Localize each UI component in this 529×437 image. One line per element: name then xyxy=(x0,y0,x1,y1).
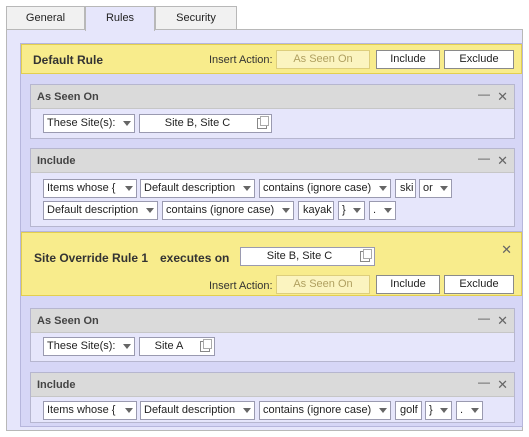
value-input[interactable]: kayak xyxy=(298,201,334,220)
sites-select[interactable]: These Site(s): xyxy=(43,337,135,356)
copy-icon[interactable] xyxy=(257,116,269,129)
chevron-down-icon xyxy=(146,208,154,213)
include-section: Include — ✕ Items whose { Default descri… xyxy=(30,148,515,227)
chevron-down-icon xyxy=(440,408,448,413)
select-value: contains (ignore case) xyxy=(263,182,372,194)
sites-value: Site B, Site C xyxy=(164,117,231,129)
insert-action-label: Insert Action: xyxy=(209,54,273,66)
minimize-icon[interactable]: — xyxy=(478,376,490,388)
select-value: } xyxy=(342,204,346,216)
value-input[interactable]: ski xyxy=(395,179,416,198)
value-input[interactable]: golf xyxy=(395,401,422,420)
close-icon[interactable]: ✕ xyxy=(497,154,508,168)
chevron-down-icon xyxy=(384,208,392,213)
as-seen-on-section: As Seen On — ✕ These Site(s): Site A xyxy=(30,308,515,362)
select-value: } xyxy=(429,404,433,416)
select-value: Default description xyxy=(144,404,236,416)
field-select[interactable]: Default description xyxy=(140,179,255,198)
chevron-down-icon xyxy=(282,208,290,213)
terminator-select[interactable]: . xyxy=(369,201,396,220)
chevron-down-icon xyxy=(440,186,448,191)
section-title: Include xyxy=(37,379,76,391)
select-value: Default description xyxy=(144,182,236,194)
select-value: Items whose { xyxy=(47,182,116,194)
copy-icon[interactable] xyxy=(200,339,212,352)
operator-select[interactable]: contains (ignore case) xyxy=(259,401,391,420)
conjunction-select[interactable]: or xyxy=(419,179,452,198)
chevron-down-icon xyxy=(123,344,131,349)
insert-as-seen-on-button: As Seen On xyxy=(276,275,370,294)
tab-rules[interactable]: Rules xyxy=(85,6,155,31)
insert-exclude-button[interactable]: Exclude xyxy=(444,50,514,69)
tab-general[interactable]: General xyxy=(6,6,85,30)
default-rule-title: Default Rule xyxy=(33,53,104,67)
condition-open-select[interactable]: Items whose { xyxy=(43,179,137,198)
select-value: Default description xyxy=(47,204,139,216)
close-icon[interactable]: ✕ xyxy=(501,243,512,257)
chevron-down-icon xyxy=(243,186,251,191)
condition-open-select[interactable]: Items whose { xyxy=(43,401,137,420)
section-title: As Seen On xyxy=(37,91,99,103)
section-title: As Seen On xyxy=(37,315,99,327)
terminator-select[interactable]: . xyxy=(456,401,483,420)
section-title: Include xyxy=(37,155,76,167)
select-value: contains (ignore case) xyxy=(263,404,372,416)
insert-as-seen-on-button: As Seen On xyxy=(276,50,370,69)
condition-close-select[interactable]: } xyxy=(425,401,452,420)
as-seen-on-header: As Seen On — ✕ xyxy=(31,309,514,333)
as-seen-on-header: As Seen On — ✕ xyxy=(31,85,514,109)
sites-select[interactable]: These Site(s): xyxy=(43,114,135,133)
chevron-down-icon xyxy=(125,408,133,413)
insert-action-label: Insert Action: xyxy=(209,280,273,292)
insert-exclude-button[interactable]: Exclude xyxy=(444,275,514,294)
select-value: contains (ignore case) xyxy=(166,204,275,216)
close-icon[interactable]: ✕ xyxy=(497,378,508,392)
minimize-icon[interactable]: — xyxy=(478,152,490,164)
close-icon[interactable]: ✕ xyxy=(497,314,508,328)
include-header: Include — ✕ xyxy=(31,373,514,397)
close-icon[interactable]: ✕ xyxy=(497,90,508,104)
sites-select-label: These Site(s): xyxy=(47,117,116,129)
chevron-down-icon xyxy=(243,408,251,413)
field-select[interactable]: Default description xyxy=(140,401,255,420)
field-select[interactable]: Default description xyxy=(43,201,158,220)
default-rule: Default Rule Insert Action: As Seen On I… xyxy=(20,43,523,236)
include-header: Include — ✕ xyxy=(31,149,514,173)
override-rule-title: Site Override Rule 1 xyxy=(34,251,149,265)
chevron-down-icon xyxy=(123,121,131,126)
chevron-down-icon xyxy=(125,186,133,191)
override-rule-header: Site Override Rule 1 executes on Site B,… xyxy=(21,232,522,296)
select-value: Items whose { xyxy=(47,404,116,416)
minimize-icon[interactable]: — xyxy=(478,312,490,324)
chevron-down-icon xyxy=(471,408,479,413)
chevron-down-icon xyxy=(379,408,387,413)
operator-select[interactable]: contains (ignore case) xyxy=(162,201,294,220)
sites-value-field[interactable]: Site A xyxy=(139,337,215,356)
minimize-icon[interactable]: — xyxy=(478,88,490,100)
executes-on-value: Site B, Site C xyxy=(266,250,333,262)
chevron-down-icon xyxy=(379,186,387,191)
tab-security[interactable]: Security xyxy=(155,6,237,30)
insert-include-button[interactable]: Include xyxy=(376,50,440,69)
operator-select[interactable]: contains (ignore case) xyxy=(259,179,391,198)
insert-include-button[interactable]: Include xyxy=(376,275,440,294)
executes-on-label: executes on xyxy=(160,251,230,265)
condition-close-select[interactable]: } xyxy=(338,201,365,220)
select-value: . xyxy=(373,204,377,216)
rules-panel: Default Rule Insert Action: As Seen On I… xyxy=(6,29,523,431)
sites-value: Site A xyxy=(154,340,184,352)
sites-select-label: These Site(s): xyxy=(47,340,116,352)
select-value: or xyxy=(423,182,433,194)
sites-value-field[interactable]: Site B, Site C xyxy=(139,114,272,133)
chevron-down-icon xyxy=(353,208,361,213)
default-rule-header: Default Rule Insert Action: As Seen On I… xyxy=(21,44,522,74)
select-value: . xyxy=(460,404,464,416)
as-seen-on-section: As Seen On — ✕ These Site(s): Site B, Si… xyxy=(30,84,515,139)
executes-on-field[interactable]: Site B, Site C xyxy=(240,247,375,266)
copy-icon[interactable] xyxy=(360,249,372,262)
site-override-rule: Site Override Rule 1 executes on Site B,… xyxy=(20,231,523,427)
include-section: Include — ✕ Items whose { Default descri… xyxy=(30,372,515,423)
